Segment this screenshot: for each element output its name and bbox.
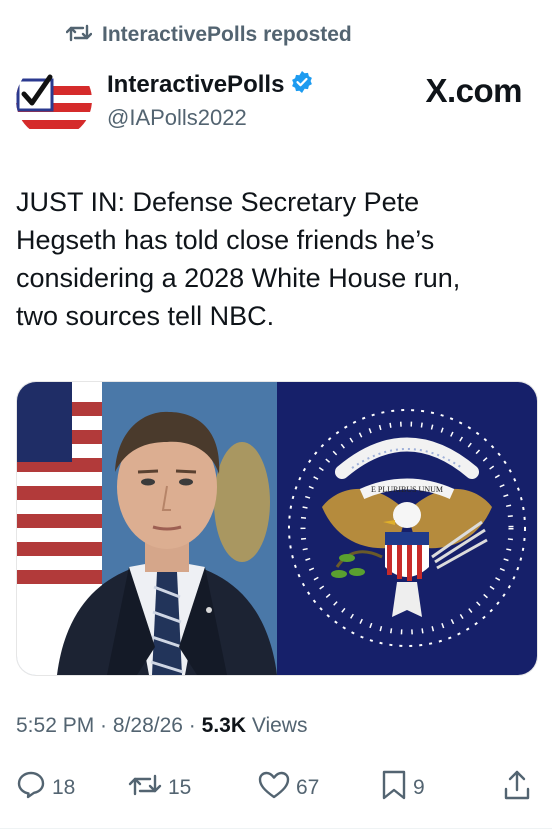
author-block[interactable]: InteractivePolls @IAPolls2022	[107, 70, 314, 131]
share-icon	[503, 769, 531, 807]
tweet-line: two sources tell NBC.	[16, 301, 275, 331]
like-count: 67	[296, 776, 320, 799]
repost-count: 15	[168, 776, 192, 799]
repost-button[interactable]: 15	[128, 768, 191, 808]
source-watermark: X.com	[425, 72, 522, 109]
bookmark-count: 9	[413, 776, 425, 799]
seal-motto: E PLURIBUS UNUM	[371, 485, 443, 494]
repost-icon	[65, 22, 93, 49]
tweet-line: Hegseth has told close friends he’s	[16, 225, 435, 255]
avatar[interactable]	[16, 62, 92, 138]
meta-separator: ·	[182, 714, 202, 737]
action-bar: 18 15 67 9	[16, 768, 536, 808]
repost-label: InteractivePolls reposted	[102, 23, 352, 46]
tweet-metadata: 5:52 PM · 8/28/26 · 5.3K Views	[16, 714, 307, 738]
views-label: Views	[246, 714, 308, 737]
repost-header[interactable]: InteractivePolls reposted	[65, 20, 352, 50]
bookmark-icon	[381, 770, 407, 806]
heart-icon	[258, 770, 290, 806]
tweet-line: JUST IN: Defense Secretary Pete	[16, 187, 420, 217]
bookmark-button[interactable]: 9	[381, 768, 425, 808]
like-button[interactable]: 67	[258, 768, 319, 808]
repost-icon	[128, 771, 162, 805]
reply-button[interactable]: 18	[16, 768, 75, 808]
meta-separator: ·	[94, 714, 113, 737]
tweet-media[interactable]: E PLURIBUS UNUM	[16, 381, 538, 676]
portrait-photo	[17, 382, 277, 675]
presidential-seal-image: E PLURIBUS UNUM	[277, 382, 537, 675]
reply-count: 18	[52, 776, 76, 799]
divider	[0, 828, 552, 829]
reply-icon	[16, 770, 46, 806]
share-button[interactable]	[503, 768, 531, 808]
author-handle[interactable]: @IAPolls2022	[107, 105, 314, 131]
verified-badge-icon	[290, 70, 314, 99]
tweet-text: JUST IN: Defense Secretary Pete Hegseth …	[16, 183, 536, 335]
views-count: 5.3K	[201, 714, 246, 737]
tweet-time[interactable]: 5:52 PM	[16, 714, 94, 737]
author-name[interactable]: InteractivePolls	[107, 71, 284, 99]
tweet-date[interactable]: 8/28/26	[113, 714, 183, 737]
tweet-line: considering a 2028 White House run,	[16, 263, 461, 293]
